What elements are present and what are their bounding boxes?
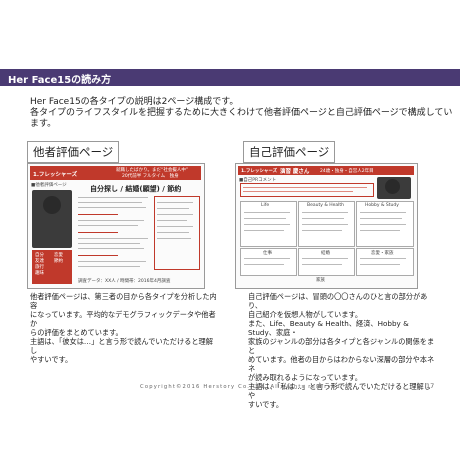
description-line: 他者評価ページは、第三者の目から各タイプを分析した内容 <box>30 292 217 310</box>
intro-text: Her Face15の各タイプの説明は2ページ構成です。 各タイプのライフスタイ… <box>30 97 453 130</box>
description-line: また、Life、Beauty & Health、経済、Hobby & Study… <box>248 319 409 337</box>
page-number: 17 <box>426 382 435 390</box>
description-line: 主語は、「彼女は…」と言う形で読んでいただけると理解し <box>30 337 213 355</box>
intro-line: ます。 <box>30 119 57 129</box>
keyword: 趣味 <box>35 271 44 276</box>
section-title: Her Face15の読み方 <box>8 75 112 86</box>
thumb-banner-info: 24歳・独身・自営人2年目 <box>320 169 374 174</box>
thumb-heading: 自分探し / 結婚(願望) / 節約 <box>90 185 182 193</box>
keyword: 節約 <box>54 259 63 264</box>
description-line: めています。他者の目からはわからない深層の部分や本ネネ <box>248 355 435 373</box>
column-marriage: 結婚 <box>298 248 355 276</box>
description-line: になっています。平均的なデモグラフィックデータや他者か <box>30 310 216 328</box>
thumb-banner: 1.フレッシャーズ 就職したばかり。まだ“社会擬人中” 20代前半 フルタイム … <box>30 166 201 180</box>
portrait-photo <box>32 190 72 248</box>
self-evaluation-label: 自己評価ページ <box>243 141 336 163</box>
description-line: 自己評価ページは、冒頭の〇〇さんのひと言の部分があり、 <box>248 292 428 310</box>
portrait-photo <box>377 177 411 199</box>
description-line: らの評価をまとめています。 <box>30 328 123 337</box>
section-header: Her Face15の読み方 <box>0 69 460 86</box>
thumb-caption: 調査データ：XX人 / 時間帯：2016年4月調査 <box>78 279 171 284</box>
column-title: 恋愛・家族 <box>371 251 394 256</box>
portrait-head-icon <box>385 179 400 194</box>
description-line: すいです。 <box>248 400 284 409</box>
column-title: 仕事 <box>263 251 272 256</box>
portrait-head-icon <box>43 196 61 214</box>
keyword-panel: 自分 友達 旅行 趣味 恋愛 節約 <box>32 250 72 284</box>
thumb-banner-type: 1.フレッシャーズ <box>33 172 78 178</box>
description-line: 自己紹介を仮想人物がしています。 <box>248 310 363 319</box>
thumb-bottom-label: 家族 <box>316 278 325 283</box>
column-romance-family: 恋愛・家族 <box>356 248 414 276</box>
intro-line: Her Face15の各タイプの説明は2ページ構成です。 <box>30 97 239 107</box>
other-evaluation-description: 他者評価ページは、第三者の目から各タイプを分析した内容 になっています。平均的な… <box>30 292 220 364</box>
column-work: 仕事 <box>240 248 297 276</box>
self-evaluation-thumbnail: 1.フレッシャーズ 演習 慶さん 24歳・独身・自営人2年目 ■自己PRコメント… <box>235 163 418 289</box>
thumb-sub-heading: ■他者評価ページ <box>31 183 67 188</box>
thumb-banner: 1.フレッシャーズ 演習 慶さん 24歳・独身・自営人2年目 <box>238 166 414 175</box>
thumb-comment-box <box>240 183 374 197</box>
thumb-banner-name: 演習 慶さん <box>280 169 310 175</box>
self-evaluation-description: 自己評価ページは、冒頭の〇〇さんのひと言の部分があり、 自己紹介を仮想人物がして… <box>248 292 438 409</box>
column-title: Beauty & Health <box>307 203 345 208</box>
other-evaluation-label: 他者評価ページ <box>27 141 120 163</box>
column-title: Life <box>261 203 270 208</box>
column-title: Hobby & Study <box>365 203 399 208</box>
other-evaluation-thumbnail: 1.フレッシャーズ 就職したばかり。まだ“社会擬人中” 20代前半 フルタイム … <box>27 163 205 289</box>
description-line: が読み取れるようになっています。 <box>248 373 362 382</box>
copyright-footer: Copyright©2016 Herstory Co.,Ltd. All rig… <box>140 384 344 390</box>
column-title: 結婚 <box>321 251 330 256</box>
intro-line: 各タイプのライフスタイルを把握するために大きくわけて他者評価ページと自己評価ペー… <box>30 108 453 118</box>
thumb-banner-type: 1.フレッシャーズ <box>241 169 278 174</box>
description-line: 家族のジャンルの部分は各タイプと各ジャンルの関係をまと <box>248 337 435 355</box>
thumb-banner-sub: 20代前半 フルタイム 独身 <box>122 174 179 179</box>
description-line: やすいです。 <box>30 355 73 364</box>
